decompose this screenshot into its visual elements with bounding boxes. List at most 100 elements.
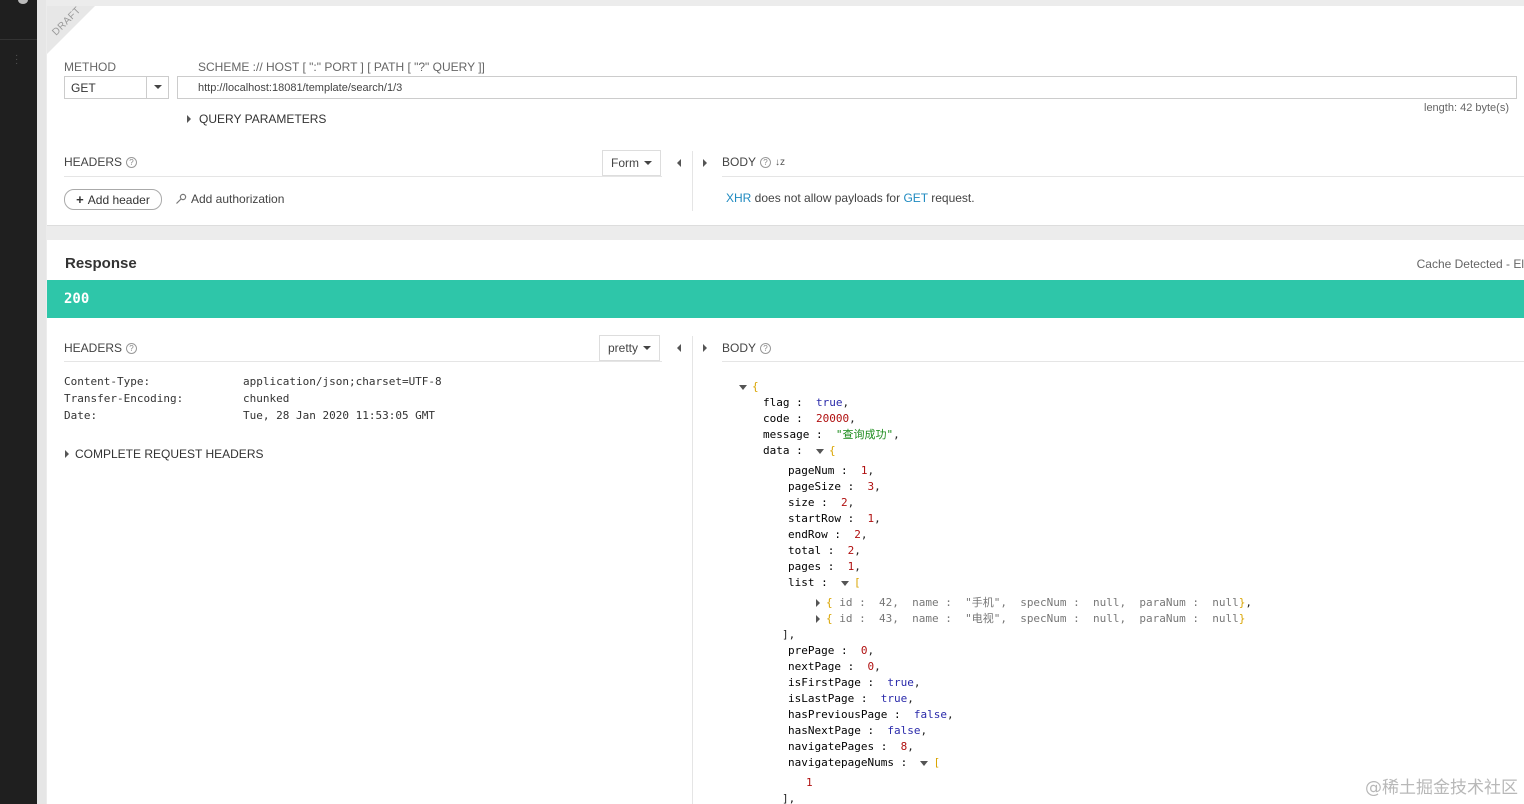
sidebar-gap — [37, 0, 46, 804]
response-body-divider — [722, 361, 1524, 362]
json-line-message: message : "查询成功", — [763, 428, 900, 441]
help-icon[interactable]: ? — [760, 342, 772, 354]
response-body-title: BODY ? — [722, 341, 772, 355]
method-value: GET — [71, 81, 96, 95]
json-array-close: ], — [782, 792, 796, 804]
expand-arrow-icon — [187, 115, 191, 123]
json-line-list: list : [ — [788, 576, 861, 589]
method-select[interactable]: GET — [64, 76, 169, 99]
response-header-row: Transfer-Encoding: chunked — [64, 392, 289, 405]
json-line-pageSize: pageSize : 3, — [788, 480, 881, 493]
url-length: length: 42 byte(s) — [1424, 102, 1509, 114]
json-line-flag: flag : true, — [763, 396, 850, 409]
response-headers-title: HEADERS ? — [64, 341, 138, 355]
request-body-label: BODY — [722, 155, 757, 169]
json-line-startRow: startRow : 1, — [788, 512, 881, 525]
add-header-label: Add header — [87, 192, 150, 207]
chevron-down-icon — [154, 85, 162, 89]
json-line-size: size : 2, — [788, 496, 855, 509]
watermark-text: @稀土掘金技术社区 — [1365, 778, 1518, 798]
response-headers-mode-label: pretty — [608, 341, 639, 355]
collapse-toggle-icon[interactable] — [739, 384, 747, 390]
collapse-toggle-icon[interactable] — [920, 760, 929, 766]
add-authorization-label: Add authorization — [191, 192, 285, 206]
complete-request-headers-label: COMPLETE REQUEST HEADERS — [75, 447, 264, 461]
json-line-nextPage: nextPage : 0, — [788, 660, 881, 673]
response-panel-splitter[interactable] — [692, 336, 693, 804]
response-headers-label: HEADERS — [64, 341, 123, 355]
sidebar-drag-handle-icon[interactable]: · · · — [15, 51, 18, 69]
json-line-isFirstPage: isFirstPage : true, — [788, 676, 921, 689]
xhr-link[interactable]: XHR — [726, 191, 751, 205]
status-code: 200 — [64, 291, 90, 307]
status-bar: 200 — [47, 280, 1524, 318]
expand-arrow-icon[interactable] — [816, 615, 820, 623]
json-root: { — [739, 379, 759, 395]
response-headers-mode-dropdown[interactable]: pretty — [599, 335, 661, 361]
response-header-key: Content-Type: — [64, 375, 151, 388]
get-link[interactable]: GET — [903, 191, 927, 205]
response-headers-divider — [64, 361, 662, 362]
response-title: Response — [65, 255, 137, 272]
json-line-isLastPage: isLastPage : true, — [788, 692, 914, 705]
json-line-code: code : 20000, — [763, 412, 856, 425]
sidebar-divider — [0, 39, 37, 40]
collapse-toggle-icon[interactable] — [840, 580, 849, 586]
body-divider — [722, 176, 1524, 177]
response-body-label: BODY — [722, 341, 757, 355]
response-header-row: Content-Type: application/json;charset=U… — [64, 375, 442, 388]
query-parameters-toggle[interactable]: QUERY PARAMETERS — [187, 112, 326, 126]
response-header-value: Tue, 28 Jan 2020 11:53:05 GMT — [243, 409, 436, 422]
add-authorization-link[interactable]: Add authorization — [175, 192, 284, 206]
help-icon[interactable]: ? — [760, 156, 772, 168]
response-header-key: Transfer-Encoding: — [64, 392, 184, 405]
app-sidebar: · · · — [0, 0, 37, 804]
json-list-item[interactable]: { id : 43, name : "电视", specNum : null, … — [816, 611, 1245, 627]
cache-detected-text[interactable]: Cache Detected - El — [1417, 257, 1524, 271]
response-header-value: chunked — [243, 392, 290, 405]
plus-icon: + — [76, 192, 84, 207]
collapse-right-icon[interactable] — [703, 159, 707, 167]
response-header-key: Date: — [64, 409, 98, 422]
request-panel: DRAFT METHOD SCHEME :// HOST [ ":" PORT … — [47, 5, 1524, 226]
headers-divider — [64, 176, 662, 177]
sidebar-corner-icon — [18, 0, 28, 4]
json-line-endRow: endRow : 2, — [788, 528, 868, 541]
help-icon[interactable]: ? — [126, 342, 138, 354]
sort-icon[interactable]: ↓z — [775, 157, 785, 168]
chevron-down-icon — [644, 161, 652, 165]
collapse-toggle-icon[interactable] — [815, 448, 824, 454]
collapse-right-icon[interactable] — [703, 344, 707, 352]
headers-mode-label: Form — [611, 156, 639, 170]
json-list-item[interactable]: { id : 42, name : "手机", specNum : null, … — [816, 595, 1252, 611]
response-panel: Response Cache Detected - El 200 HEADERS… — [47, 240, 1524, 804]
query-parameters-label: QUERY PARAMETERS — [199, 112, 327, 126]
collapse-left-icon[interactable] — [677, 344, 681, 352]
json-line-total: total : 2, — [788, 544, 861, 557]
request-headers-title: HEADERS ? — [64, 155, 138, 169]
collapse-left-icon[interactable] — [677, 159, 681, 167]
response-header-value: application/json;charset=UTF-8 — [243, 375, 442, 388]
json-list-close: ], — [782, 628, 796, 641]
help-icon[interactable]: ? — [126, 156, 138, 168]
method-dropdown-toggle[interactable] — [146, 77, 168, 98]
panel-splitter[interactable] — [692, 151, 693, 211]
json-line-navigatePages: navigatePages : 8, — [788, 740, 914, 753]
expand-arrow-icon[interactable] — [816, 599, 820, 607]
json-line-navigatepageNums: navigatepageNums : [ — [788, 756, 941, 769]
url-input[interactable] — [177, 76, 1517, 99]
headers-mode-dropdown[interactable]: Form — [602, 150, 661, 176]
method-label: METHOD — [64, 60, 116, 74]
add-header-button[interactable]: + Add header — [64, 189, 162, 210]
complete-request-headers-toggle[interactable]: COMPLETE REQUEST HEADERS — [65, 447, 263, 461]
json-line-pageNum: pageNum : 1, — [788, 464, 875, 477]
body-note-mid: does not allow payloads for — [751, 191, 904, 205]
chevron-down-icon — [643, 346, 652, 350]
url-label: SCHEME :// HOST [ ":" PORT ] [ PATH [ "?… — [198, 60, 485, 74]
request-body-title: BODY ? ↓z — [722, 155, 785, 169]
json-line-prePage: prePage : 0, — [788, 644, 875, 657]
expand-arrow-icon — [65, 450, 69, 458]
body-note-end: request. — [927, 191, 975, 205]
request-headers-label: HEADERS — [64, 155, 123, 169]
body-note: XHR does not allow payloads for GET requ… — [726, 191, 975, 205]
